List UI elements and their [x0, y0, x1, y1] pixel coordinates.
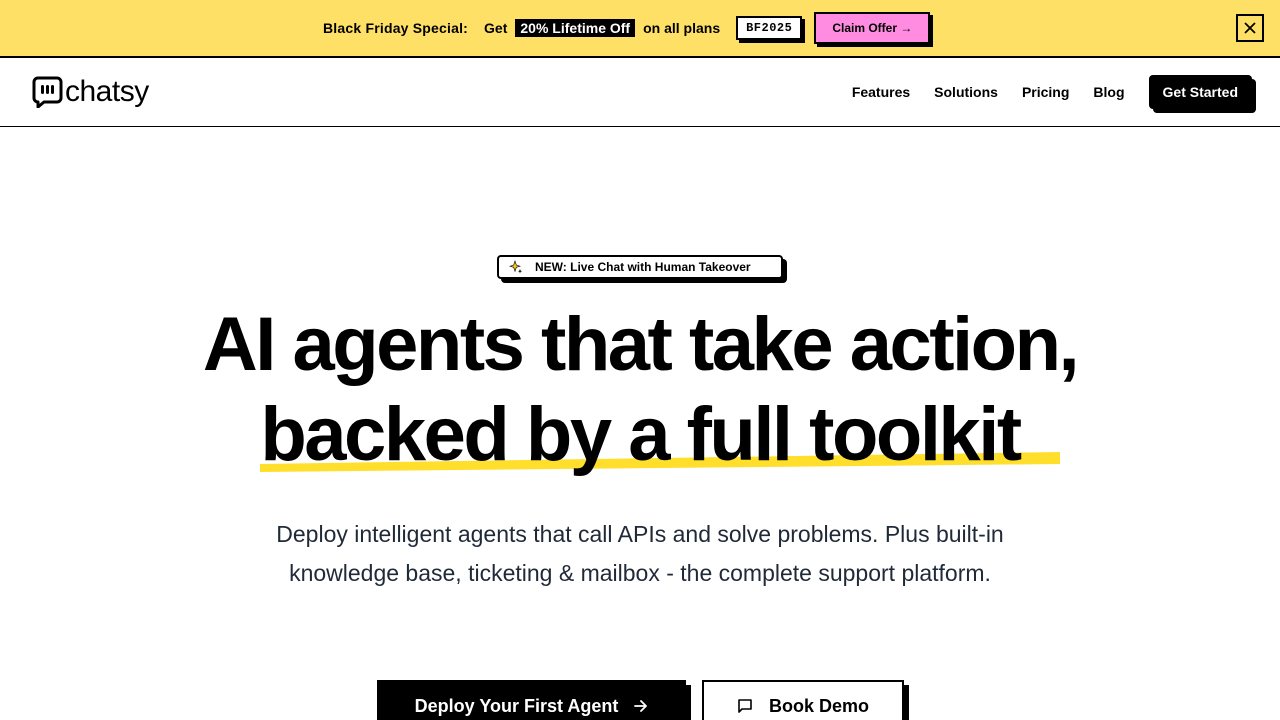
sparkles-icon — [509, 260, 522, 274]
main-navigation: chatsy Features Solutions Pricing Blog G… — [0, 58, 1280, 127]
nav-link-features[interactable]: Features — [852, 84, 910, 100]
claim-offer-button[interactable]: Claim Offer → — [814, 12, 931, 44]
promo-lead: Black Friday Special: — [323, 20, 469, 36]
nav-link-blog[interactable]: Blog — [1093, 84, 1124, 100]
promo-get: Get — [484, 20, 508, 36]
promo-banner: Black Friday Special: Get 20% Lifetime O… — [0, 0, 1280, 58]
promo-content: Black Friday Special: Get 20% Lifetime O… — [323, 12, 931, 44]
headline-line-2-wrap: backed by a full toolkit — [0, 390, 1280, 480]
promo-code[interactable]: BF2025 — [736, 16, 803, 40]
nav-link-pricing[interactable]: Pricing — [1022, 84, 1069, 100]
chat-bubble-icon — [32, 76, 63, 108]
logo[interactable]: chatsy — [32, 75, 149, 109]
hero-cta-row: Deploy Your First Agent Book Demo — [377, 680, 904, 720]
close-banner-button[interactable] — [1236, 14, 1264, 42]
arrow-right-icon — [634, 700, 648, 712]
deploy-agent-button[interactable]: Deploy Your First Agent — [377, 680, 686, 720]
deploy-agent-label: Deploy Your First Agent — [414, 695, 619, 716]
new-feature-badge[interactable]: NEW: Live Chat with Human Takeover — [497, 255, 783, 279]
hero-headline: AI agents that take action, backed by a … — [0, 300, 1280, 480]
logo-text: chatsy — [65, 75, 149, 108]
highlighted-phrase: backed by a full toolkit — [260, 390, 1061, 480]
hero-subtitle: Deploy intelligent agents that call APIs… — [276, 521, 1004, 586]
nav-links: Features Solutions Pricing Blog Get Star… — [852, 74, 1252, 110]
close-icon — [1244, 22, 1256, 34]
get-started-button[interactable]: Get Started — [1148, 75, 1252, 109]
book-demo-label: Book Demo — [768, 695, 869, 716]
promo-discount-highlight: 20% Lifetime Off — [515, 19, 636, 37]
message-square-icon — [737, 698, 753, 714]
book-demo-button[interactable]: Book Demo — [702, 680, 904, 720]
nav-link-solutions[interactable]: Solutions — [934, 84, 998, 100]
headline-line-1: AI agents that take action, — [202, 302, 1080, 387]
badge-label: NEW: Live Chat with Human Takeover — [535, 260, 751, 274]
promo-tail: on all plans — [643, 20, 721, 36]
headline-line-2: backed by a full toolkit — [260, 392, 1022, 477]
